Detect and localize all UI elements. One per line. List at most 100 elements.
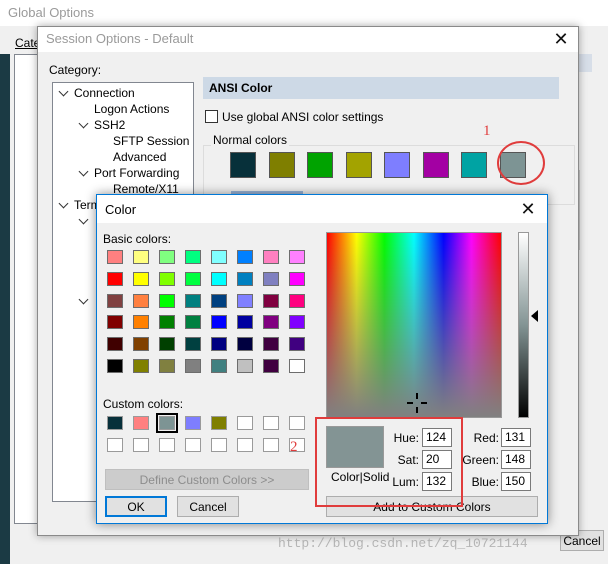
use-global-checkbox[interactable] [205,110,218,123]
color-ok-button[interactable]: OK [105,496,167,517]
custom-color-swatch[interactable] [107,416,123,430]
color-spectrum[interactable] [326,232,502,418]
basic-color-swatch[interactable] [237,293,253,308]
basic-color-swatch[interactable] [133,250,149,264]
basic-color-swatch[interactable] [263,315,279,330]
tree-item-connection[interactable]: Connection [74,86,135,100]
custom-color-swatch[interactable] [211,416,227,430]
luminance-bar[interactable] [518,232,529,418]
basic-color-swatch[interactable] [237,250,253,264]
basic-color-swatch[interactable] [133,315,149,330]
basic-color-swatch[interactable] [159,271,175,286]
custom-color-swatch[interactable] [211,438,227,452]
basic-color-swatch[interactable] [159,337,175,352]
tree-item-ssh2[interactable]: SSH2 [94,118,125,132]
basic-color-swatch[interactable] [289,271,305,286]
basic-color-swatch[interactable] [289,359,305,373]
basic-color-swatch[interactable] [263,337,279,352]
tree-item-sftp-session[interactable]: SFTP Session [113,134,189,148]
basic-color-swatch[interactable] [211,359,227,373]
basic-color-swatch[interactable] [237,359,253,373]
custom-color-swatch[interactable] [133,416,149,430]
custom-color-swatch[interactable] [185,438,201,452]
custom-color-swatch[interactable] [107,438,123,452]
green-field[interactable]: 148 [501,450,531,469]
basic-color-swatch[interactable] [237,315,253,330]
basic-color-swatch[interactable] [237,337,253,352]
global-options-tree-panel[interactable] [14,54,38,524]
tree-expand-ssh2-icon[interactable] [78,118,89,129]
ansi-color-swatch[interactable] [268,152,295,178]
tree-expand-port-forwarding-icon[interactable] [78,166,89,177]
ansi-color-swatch[interactable] [461,152,487,178]
basic-color-swatch[interactable] [133,293,149,308]
basic-color-swatch[interactable] [159,293,175,308]
basic-color-swatch[interactable] [263,293,279,308]
basic-color-swatch[interactable] [289,293,305,308]
custom-color-swatch[interactable] [289,416,305,430]
basic-color-swatch[interactable] [159,359,175,373]
basic-color-swatch[interactable] [211,337,227,352]
basic-color-swatch[interactable] [133,359,149,373]
basic-color-swatch[interactable] [185,250,201,264]
tree-item-port-forwarding[interactable]: Port Forwarding [94,166,179,180]
session-options-titlebar[interactable]: Session Options - Default ✕ [38,27,578,52]
custom-color-swatch[interactable] [263,438,279,452]
session-options-close-icon[interactable]: ✕ [552,30,570,48]
basic-color-swatch[interactable] [185,315,201,330]
basic-color-swatch[interactable] [107,315,123,330]
custom-color-swatch[interactable] [156,413,178,433]
basic-color-swatch[interactable] [185,337,201,352]
basic-color-swatch[interactable] [159,250,175,264]
global-options-titlebar[interactable]: Global Options [0,0,608,26]
ansi-color-swatch[interactable] [230,152,256,178]
ansi-color-swatch[interactable] [422,152,449,178]
tree-expand-sub-icon[interactable] [78,214,89,225]
custom-color-swatch[interactable] [263,416,279,430]
basic-color-swatch[interactable] [289,337,305,352]
custom-color-swatch[interactable] [185,416,201,430]
tree-expand-sub2-icon[interactable] [78,294,89,305]
basic-color-swatch[interactable] [133,271,149,286]
basic-color-swatch[interactable] [107,250,123,264]
basic-color-swatch[interactable] [289,250,305,264]
basic-color-swatch[interactable] [289,315,305,330]
basic-color-swatch[interactable] [263,271,279,286]
basic-color-swatch[interactable] [133,337,149,352]
color-cancel-button[interactable]: Cancel [177,496,239,517]
basic-color-swatch[interactable] [107,359,123,373]
ansi-color-swatch[interactable] [345,152,372,178]
basic-color-swatch[interactable] [211,293,227,308]
tree-item-advanced[interactable]: Advanced [113,150,166,164]
color-dialog-close-icon[interactable]: ✕ [519,200,537,218]
basic-color-swatch[interactable] [159,315,175,330]
custom-color-swatch[interactable] [133,438,149,452]
blue-field[interactable]: 150 [501,472,531,491]
basic-color-swatch[interactable] [185,271,201,286]
basic-color-swatch[interactable] [185,293,201,308]
define-custom-colors-button[interactable]: Define Custom Colors >> [105,469,309,490]
basic-color-swatch[interactable] [263,250,279,264]
color-dialog-titlebar[interactable]: Color ✕ [97,195,547,223]
tree-expand-terminal-icon[interactable] [58,198,69,209]
basic-color-swatch[interactable] [263,359,279,373]
basic-color-swatch[interactable] [211,315,227,330]
basic-color-swatch[interactable] [211,250,227,264]
basic-color-swatch[interactable] [107,271,123,286]
use-global-checkbox-label[interactable]: Use global ANSI color settings [222,110,383,124]
basic-color-swatch[interactable] [185,359,201,373]
basic-color-swatch[interactable] [107,293,123,308]
ansi-color-swatch[interactable] [307,152,333,178]
ansi-color-swatch[interactable] [384,152,410,178]
custom-color-swatch[interactable] [237,416,253,430]
basic-color-swatch[interactable] [211,271,227,286]
basic-color-swatch[interactable] [107,337,123,352]
spectrum-crosshair-icon[interactable] [407,393,427,413]
basic-color-swatch[interactable] [237,271,253,286]
tree-expand-connection-icon[interactable] [58,86,69,97]
red-field[interactable]: 131 [501,428,531,447]
tree-item-logon-actions[interactable]: Logon Actions [94,102,169,116]
luminance-arrow-icon[interactable] [531,310,538,322]
custom-color-swatch[interactable] [159,438,175,452]
custom-color-swatch[interactable] [237,438,253,452]
